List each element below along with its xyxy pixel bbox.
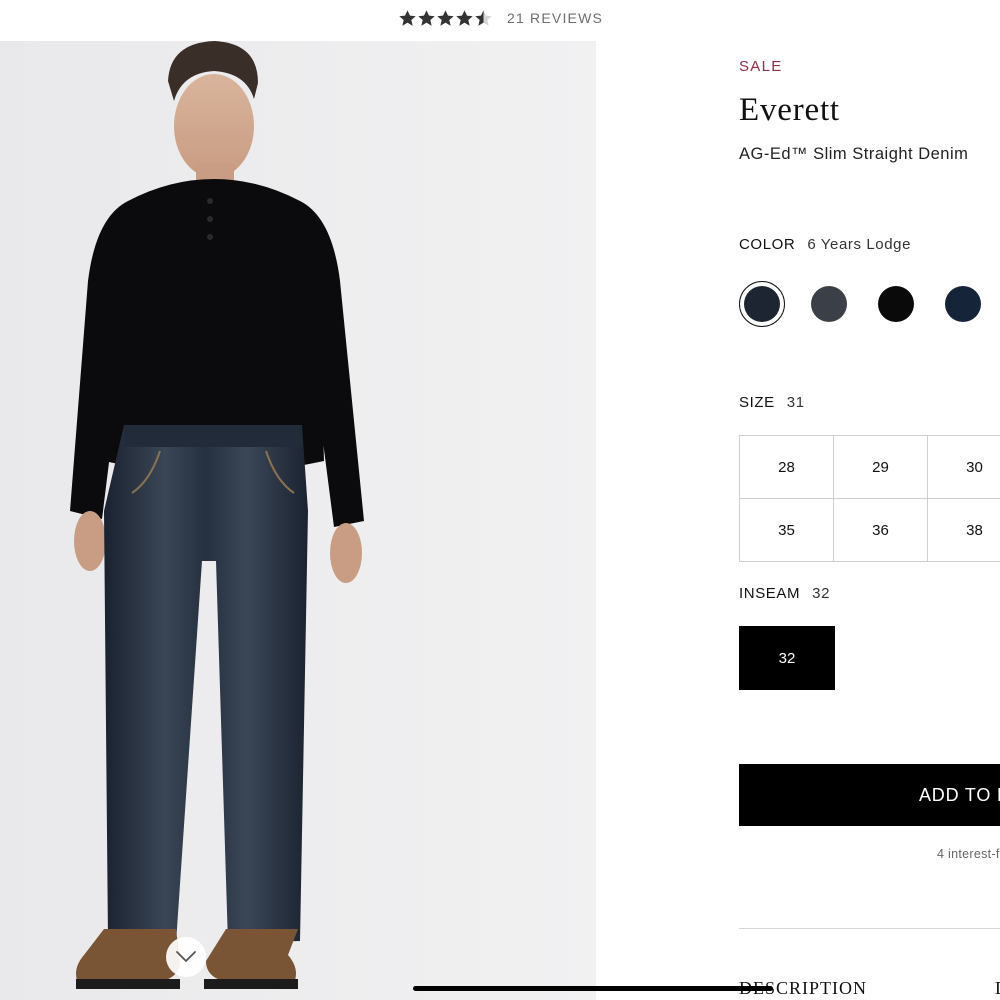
star-icon — [456, 9, 473, 26]
star-icon — [437, 9, 454, 26]
selected-size: 31 — [786, 394, 805, 411]
selected-color: 6 Years Lodge — [807, 236, 912, 253]
size-option[interactable]: 28 — [739, 435, 834, 499]
size-option[interactable]: 36 — [833, 498, 928, 562]
product-image[interactable] — [0, 41, 596, 1000]
inseam-option-selected[interactable]: 32 — [739, 626, 835, 690]
model-illustration — [0, 41, 596, 1000]
color-swatch-3[interactable] — [878, 286, 914, 322]
star-icon — [399, 9, 416, 26]
divider — [739, 928, 1000, 929]
swatch-fill — [744, 286, 780, 322]
star-rating — [398, 9, 493, 28]
chevron-down-icon — [176, 951, 196, 962]
size-option[interactable]: 30 — [927, 435, 1000, 499]
selected-inseam: 32 — [812, 585, 831, 602]
reviews-link[interactable]: 21 REVIEWS — [507, 10, 603, 26]
scroll-down-button[interactable] — [166, 937, 206, 977]
color-swatch-2[interactable] — [811, 286, 847, 322]
rating-summary[interactable]: 21 REVIEWS — [398, 6, 603, 30]
size-option[interactable]: 29 — [833, 435, 928, 499]
sale-badge: SALE — [739, 58, 783, 75]
tab-details[interactable]: D — [995, 978, 1000, 999]
size-option[interactable]: 35 — [739, 498, 834, 562]
size-option[interactable]: 38 — [927, 498, 1000, 562]
add-to-bag-button[interactable]: ADD TO BAG — [739, 764, 1000, 826]
installment-info[interactable]: 4 interest-free payments — [937, 847, 1000, 861]
inseam-label-text: INSEAM — [739, 585, 801, 602]
color-swatch-selected[interactable] — [739, 281, 785, 327]
home-indicator[interactable] — [413, 986, 773, 991]
color-swatch-4[interactable] — [945, 286, 981, 322]
size-label-text: SIZE — [739, 394, 775, 411]
size-label: SIZE 31 — [739, 394, 805, 411]
product-title: Everett — [739, 92, 840, 128]
color-label-text: COLOR — [739, 236, 796, 253]
color-label: COLOR 6 Years Lodge — [739, 236, 911, 253]
star-icon — [418, 9, 435, 26]
star-icon — [475, 9, 492, 26]
product-details-panel: SALE Everett AG-Ed™ Slim Straight Denim … — [739, 0, 1000, 1000]
inseam-label: INSEAM 32 — [739, 585, 830, 602]
product-subtitle: AG-Ed™ Slim Straight Denim — [739, 145, 969, 163]
